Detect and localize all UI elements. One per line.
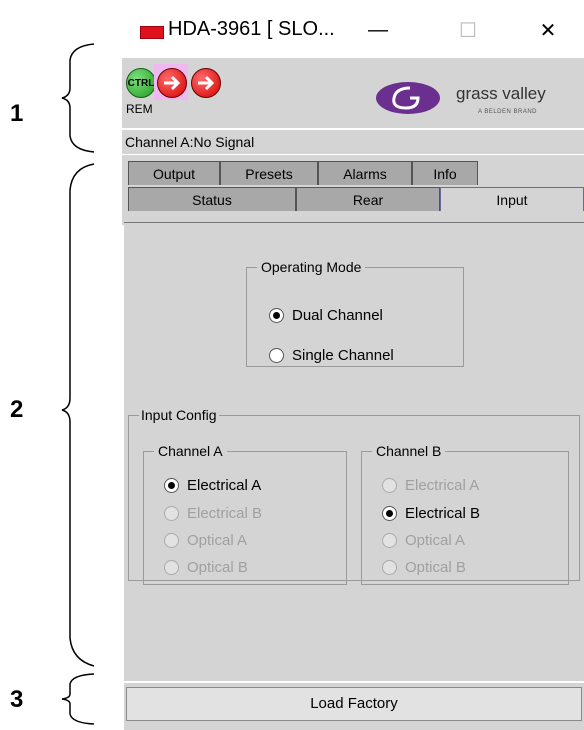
radio-b-electrical-a: Electrical A — [382, 477, 479, 494]
channel-a-group: Channel A Electrical A Electrical B Opti… — [143, 443, 347, 585]
header-panel: CTRL REM grass valley A BELDEN BRAND — [122, 58, 584, 128]
radio-b-optical-b: Optical B — [382, 559, 466, 576]
grass-valley-logo-mark — [376, 82, 440, 114]
bracket-2 — [61, 163, 95, 667]
radio-a-electrical-b: Electrical B — [164, 505, 262, 522]
tab-input[interactable]: Input — [440, 187, 584, 211]
radio-label: Optical A — [187, 532, 248, 549]
radio-disabled-icon — [164, 560, 179, 575]
radio-selected-icon — [269, 308, 284, 323]
grass-valley-logo: grass valley A BELDEN BRAND — [374, 76, 574, 124]
minimize-button[interactable]: — — [358, 12, 398, 48]
radio-label: Electrical A — [187, 477, 262, 494]
radio-disabled-icon — [164, 533, 179, 548]
app-window: HDA-3961 [ SLO... — ☐ ✕ CTRL REM grass v… — [122, 0, 584, 730]
tab-presets[interactable]: Presets — [220, 161, 318, 185]
radio-b-optical-a: Optical A — [382, 532, 465, 549]
tab-status[interactable]: Status — [128, 187, 296, 211]
logo-name: grass valley — [456, 84, 546, 103]
radio-dual-channel[interactable]: Dual Channel — [269, 307, 383, 324]
radio-disabled-icon — [164, 506, 179, 521]
operating-mode-legend: Operating Mode — [261, 259, 362, 275]
bracket-3 — [61, 673, 95, 725]
input-config-legend: Input Config — [141, 407, 217, 423]
arrow-status-1[interactable] — [154, 64, 188, 100]
radio-single-channel[interactable]: Single Channel — [269, 347, 394, 364]
radio-label: Optical B — [405, 559, 466, 576]
tab-info[interactable]: Info — [412, 161, 478, 185]
radio-a-optical-b: Optical B — [164, 559, 248, 576]
tab-output[interactable]: Output — [128, 161, 220, 185]
ctrl-label: CTRL — [127, 77, 155, 89]
radio-disabled-icon — [382, 560, 397, 575]
tab-rear[interactable]: Rear — [296, 187, 440, 211]
radio-b-electrical-b[interactable]: Electrical B — [382, 505, 480, 522]
input-panel: Operating Mode Dual Channel Single Chann… — [124, 222, 584, 681]
radio-label: Electrical B — [405, 505, 481, 522]
radio-disabled-icon — [382, 478, 397, 493]
radio-a-electrical-a[interactable]: Electrical A — [164, 477, 261, 494]
callout-3: 3 — [10, 686, 24, 713]
footer: Load Factory — [124, 683, 584, 730]
channel-b-group: Channel B Electrical A Electrical B Opti… — [361, 443, 569, 585]
tab-alarms[interactable]: Alarms — [318, 161, 412, 185]
radio-selected-icon — [382, 506, 397, 521]
radio-disabled-icon — [382, 533, 397, 548]
operating-mode-group: Operating Mode Dual Channel Single Chann… — [246, 259, 464, 367]
radio-a-optical-a: Optical A — [164, 532, 247, 549]
radio-label: Dual Channel — [292, 307, 383, 324]
channel-a-legend: Channel A — [158, 443, 223, 459]
radio-label: Optical B — [187, 559, 248, 576]
radio-selected-icon — [164, 478, 179, 493]
rem-label: REM — [126, 102, 153, 116]
arrow-right-icon — [157, 68, 187, 98]
app-icon — [140, 26, 164, 39]
maximize-icon: ☐ — [459, 19, 477, 42]
radio-label: Electrical B — [187, 505, 263, 522]
radio-unselected-icon — [269, 348, 284, 363]
channel-status: Channel A:No Signal — [122, 130, 584, 154]
close-button[interactable]: ✕ — [528, 12, 568, 48]
maximize-button[interactable]: ☐ — [448, 12, 488, 48]
bracket-1 — [61, 43, 95, 153]
load-factory-button[interactable]: Load Factory — [126, 687, 582, 721]
window-title: HDA-3961 [ SLO... — [168, 18, 335, 40]
callout-1: 1 — [10, 100, 24, 127]
input-config-group: Input Config Channel A Electrical A Elec… — [128, 407, 580, 585]
logo-tagline: A BELDEN BRAND — [478, 109, 538, 115]
radio-label: Single Channel — [292, 347, 394, 364]
title-bar: HDA-3961 [ SLO... — ☐ ✕ — [122, 0, 584, 58]
arrow-status-2[interactable] — [188, 64, 222, 100]
callout-2: 2 — [10, 396, 24, 423]
radio-label: Electrical A — [405, 477, 480, 494]
close-icon: ✕ — [539, 19, 557, 42]
channel-b-legend: Channel B — [376, 443, 442, 459]
arrow-right-icon — [191, 68, 221, 98]
tab-bar: Output Presets Alarms Info Status Rear I… — [122, 155, 584, 225]
minimize-icon: — — [368, 18, 388, 41]
radio-label: Optical A — [405, 532, 466, 549]
ctrl-status-icon[interactable]: CTRL — [126, 68, 156, 98]
